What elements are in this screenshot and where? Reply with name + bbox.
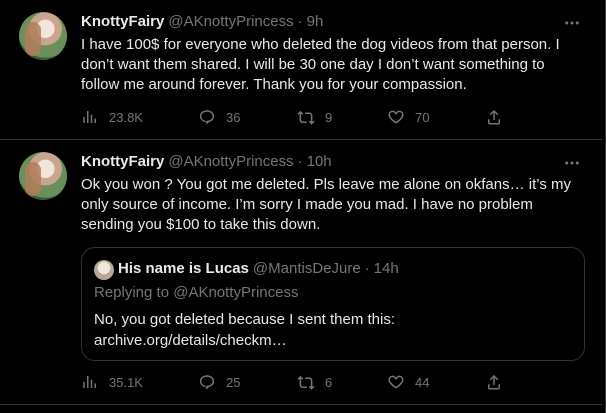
replying-to-label: Replying to [94,284,174,301]
more-dots-icon[interactable] [562,13,582,33]
share-button[interactable] [485,373,513,391]
separator-dot: · [297,13,303,30]
like-button[interactable]: 70 [387,108,429,126]
more-dots-icon[interactable] [562,153,582,173]
timestamp[interactable]: 9h [307,13,324,30]
separator-dot: · [297,153,303,170]
display-name[interactable]: KnottyFairy [81,153,164,170]
bar-chart-icon [83,111,96,123]
separator-dot: · [364,260,370,277]
like-count: 44 [415,374,430,390]
display-name[interactable]: KnottyFairy [81,13,164,30]
tweet-actions: 35.1K 25 6 44 [81,373,521,393]
retweet-count: 6 [325,374,333,390]
views-count: 23.8K [109,109,143,125]
retweet-button[interactable]: 6 [297,373,332,391]
tweet-header: KnottyFairy @AKnottyPrincess · 10h [81,153,332,170]
like-count: 70 [415,109,430,125]
views-button[interactable]: 35.1K [81,373,143,391]
reply-button[interactable]: 36 [198,108,240,126]
avatar[interactable] [94,260,114,280]
bar-chart-icon [83,376,96,388]
avatar[interactable] [19,12,67,60]
display-name[interactable]: His name is Lucas [118,260,249,277]
retweet-arrows-icon [297,110,315,125]
heart-icon [388,375,404,389]
tweet-text: Ok you won ? You got me deleted. Pls lea… [81,176,572,233]
user-handle[interactable]: @MantisDeJure [253,260,361,277]
reply-count: 25 [226,374,241,390]
tweet[interactable]: KnottyFairy @AKnottyPrincess · 10h Ok yo… [0,140,602,405]
reply-count: 36 [226,109,241,125]
retweet-arrows-icon [297,375,315,390]
views-button[interactable]: 23.8K [81,108,143,126]
user-handle[interactable]: @AKnottyPrincess [168,13,293,30]
quoted-tweet[interactable]: His name is Lucas @MantisDeJure · 14h Re… [81,247,585,361]
like-button[interactable]: 44 [387,373,429,391]
heart-icon [388,110,404,124]
timestamp[interactable]: 10h [307,153,332,170]
tweet-header: KnottyFairy @AKnottyPrincess · 9h [81,13,323,30]
timestamp[interactable]: 14h [374,260,399,277]
share-upload-icon [488,109,500,125]
tweet[interactable]: KnottyFairy @AKnottyPrincess · 9h I have… [0,0,602,140]
retweet-count: 9 [325,109,333,125]
user-handle[interactable]: @AKnottyPrincess [168,153,293,170]
tweet-text: I have 100$ for everyone who deleted the… [81,36,560,93]
quoted-tweet-text: No, you got deleted because I sent them … [94,311,396,349]
share-button[interactable] [485,108,513,126]
quoted-tweet-header: His name is Lucas @MantisDeJure · 14h [118,260,399,277]
share-upload-icon [488,374,500,390]
timeline-feed: KnottyFairy @AKnottyPrincess · 9h I have… [0,0,606,413]
replying-to-handle[interactable]: @AKnottyPrincess [173,284,298,301]
speech-bubble-icon [199,110,215,125]
retweet-button[interactable]: 9 [297,108,332,126]
reply-button[interactable]: 25 [198,373,240,391]
avatar[interactable] [19,152,67,200]
views-count: 35.1K [109,374,143,390]
replying-to-line: Replying to @AKnottyPrincess [94,284,299,301]
speech-bubble-icon [199,375,215,390]
tweet-actions: 23.8K 36 9 70 [81,108,521,128]
